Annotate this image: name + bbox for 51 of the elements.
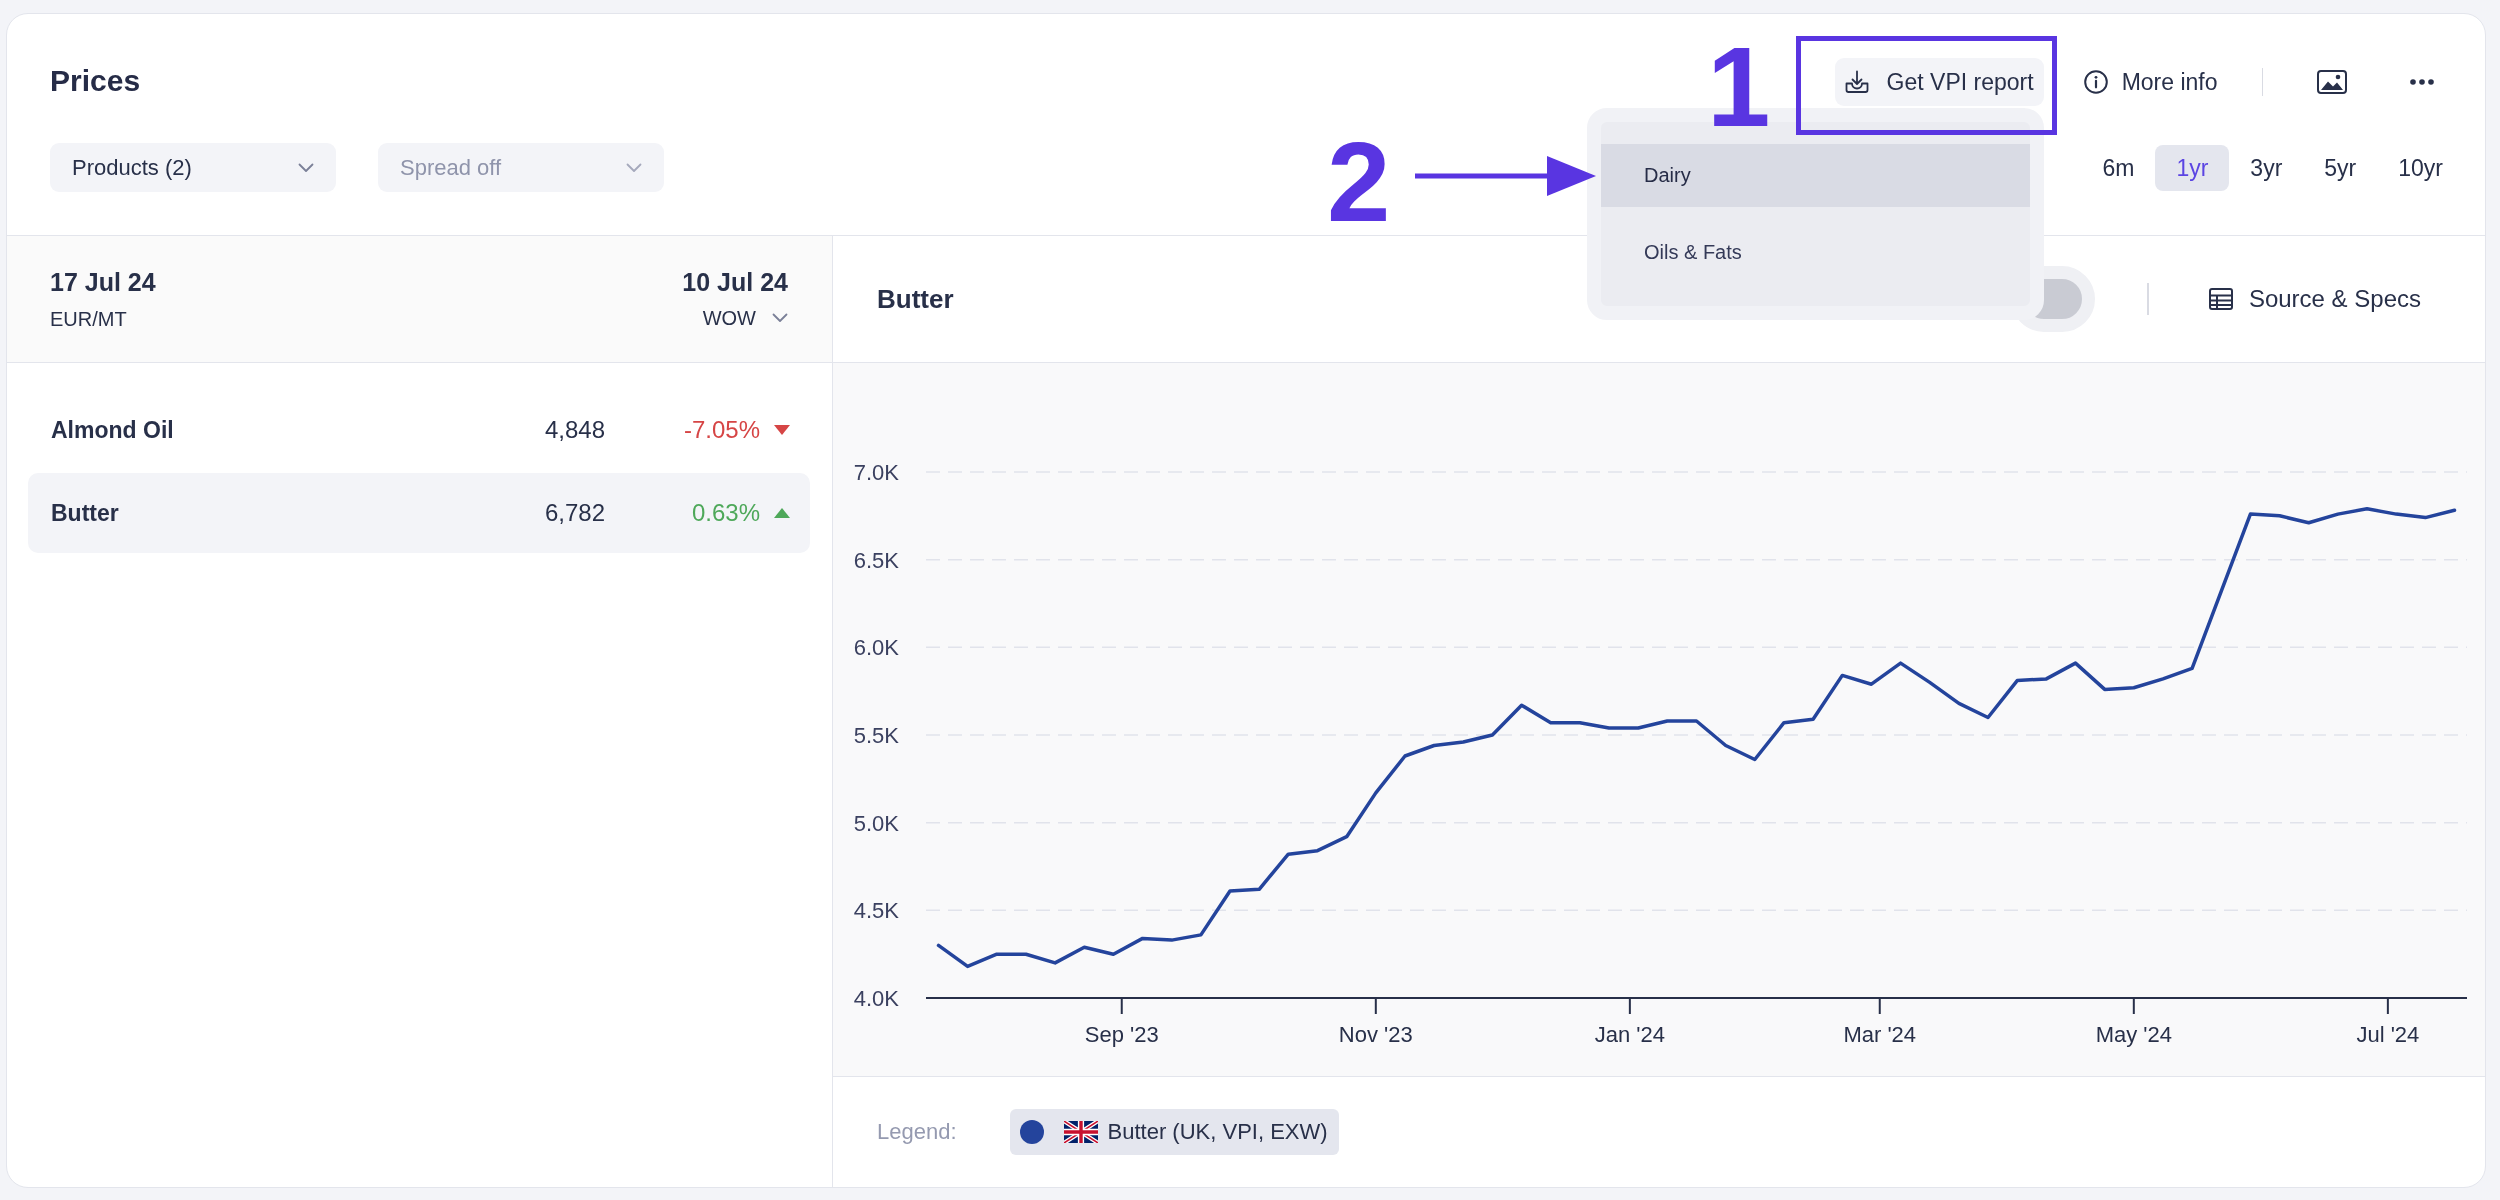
price-value: 4,848	[544, 416, 605, 444]
annotation-number: 2	[1327, 136, 1391, 228]
download-icon	[1844, 70, 1869, 94]
range-tab[interactable]: 3yr	[2229, 145, 2304, 191]
product-name: Almond Oil	[51, 416, 174, 444]
x-axis-label: Sep '23	[1084, 1022, 1159, 1047]
range-tab[interactable]: 1yr	[2155, 145, 2230, 191]
source-specs-button[interactable]: Source & Specs	[2208, 285, 2421, 313]
range-tab[interactable]: 5yr	[2303, 145, 2378, 191]
y-axis-label: 6.0K	[853, 635, 899, 661]
product-name: Butter	[51, 499, 119, 527]
x-axis-label: Jul '24	[2356, 1022, 2420, 1047]
y-axis-label: 7.0K	[853, 460, 899, 485]
image-icon[interactable]	[2317, 70, 2347, 94]
change-value: -7.05%	[683, 416, 760, 444]
unit-label: EUR/MT	[50, 307, 127, 331]
filter-dropdown[interactable]: Products (2)	[50, 143, 336, 192]
range-tab[interactable]: 10yr	[2377, 145, 2464, 191]
price-value: 6,782	[544, 499, 605, 527]
page-title: Prices	[50, 63, 141, 99]
menu-item[interactable]: Dairy	[1601, 144, 2030, 207]
report-button[interactable]: Get VPI report	[1834, 58, 2044, 106]
x-axis-label: Jan '24	[1594, 1022, 1665, 1047]
x-axis-label: Mar '24	[1843, 1022, 1917, 1047]
legend-label: Legend:	[877, 1119, 957, 1145]
more-icon[interactable]	[2410, 79, 2434, 85]
info-icon	[2083, 70, 2108, 94]
annotation-number: 1	[1707, 41, 1771, 133]
compare-date: 10 Jul 24	[682, 267, 788, 297]
y-axis-label: 4.5K	[853, 898, 899, 924]
chevron-down-icon	[626, 162, 642, 173]
price-row[interactable]: Almond Oil 4,848 -7.05%	[28, 390, 810, 470]
y-axis-label: 6.5K	[853, 547, 899, 573]
range-tab[interactable]: 6m	[2081, 145, 2156, 191]
y-axis-label: 5.0K	[853, 810, 899, 836]
more-info-button[interactable]: More info	[2083, 58, 2218, 106]
legend-item[interactable]: Butter (UK, VPI, EXW)	[1009, 1109, 1339, 1155]
chevron-down-icon	[772, 313, 788, 323]
chart-title: Butter	[877, 283, 954, 315]
y-axis-label: 5.5K	[853, 723, 899, 748]
table-icon	[2208, 288, 2233, 310]
x-axis-label: May '24	[2095, 1022, 2172, 1047]
change-value: 0.63%	[691, 499, 760, 527]
price-row[interactable]: Butter 6,782 0.63%	[28, 473, 810, 553]
x-axis-label: Nov '23	[1338, 1022, 1413, 1047]
chevron-down-icon	[298, 162, 314, 173]
y-axis-label: 4.0K	[853, 986, 899, 1011]
compare-mode-dropdown[interactable]: WOW	[702, 305, 788, 331]
flag-icon	[1063, 1121, 1098, 1143]
menu-item[interactable]: Oils & Fats	[1601, 221, 2030, 284]
current-date: 17 Jul 24	[50, 267, 156, 297]
